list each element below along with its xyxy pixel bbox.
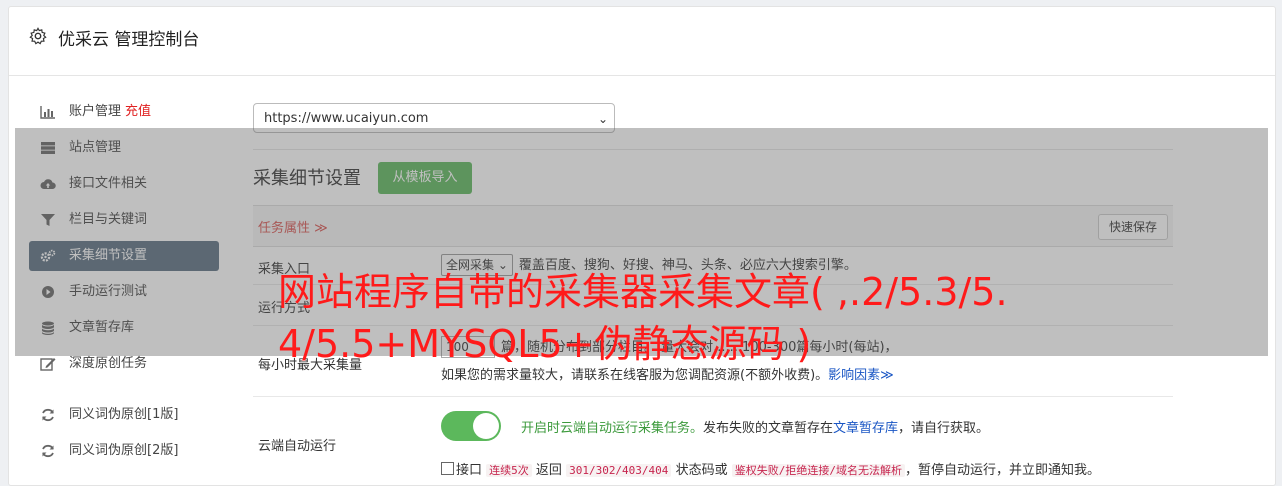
edit-icon	[40, 358, 56, 371]
code-status: 301/302/403/404	[566, 464, 672, 477]
sidebar-item-synonym-v2[interactable]: 同义词伪原创[2版]	[29, 436, 219, 466]
cloud-run-text2: ，请自行获取。	[898, 421, 990, 436]
refresh-icon	[42, 408, 54, 422]
sidebar-item-account[interactable]: 账户管理 充值	[29, 97, 219, 127]
pause-checkbox[interactable]	[441, 462, 454, 475]
sidebar-item-label: 同义词伪原创[1版]	[69, 407, 179, 422]
code-errors: 鉴权失败/拒绝连接/域名无法解析	[731, 464, 905, 477]
cloud-run-text1: 发布失败的文章暂存在	[703, 421, 834, 436]
site-select-value: https://www.ucaiyun.com	[264, 111, 429, 126]
sidebar-item-synonym-v1[interactable]: 同义词伪原创[1版]	[29, 400, 219, 430]
row-label: 云端自动运行	[258, 439, 337, 454]
gear-icon	[29, 27, 47, 45]
code-consecutive: 连续5次	[486, 464, 532, 477]
bar-chart-icon	[40, 106, 55, 119]
article-storage-link[interactable]: 文章暂存库	[833, 421, 898, 436]
toggle-knob	[473, 413, 499, 439]
pause-tail: ，暂停自动运行，并立即通知我。	[904, 463, 1100, 478]
cloud-run-status: 开启时云端自动运行采集任务。	[521, 421, 704, 436]
pause-check-label: 接口	[456, 463, 483, 478]
impact-factors-link[interactable]: 影响因素≫	[828, 368, 894, 383]
page-title: 优采云 管理控制台	[58, 30, 200, 50]
recharge-link[interactable]: 充值	[125, 104, 151, 119]
pause-mid2: 状态码或	[675, 463, 728, 478]
pause-condition: 接口 连续5次 返回 301/302/403/404 状态码或 鉴权失败/拒绝连…	[441, 459, 1181, 478]
sidebar-item-label: 账户管理	[69, 104, 122, 119]
pause-mid1: 返回	[535, 463, 562, 478]
page-header: 优采云 管理控制台	[9, 7, 1275, 76]
watermark-text: 网站程序自带的采集器采集文章( ,.2/5.3/5.4/5.5+MYSQL5+伪…	[278, 270, 1008, 366]
hourly-desc-line2: 如果您的需求量较大，请联系在线客服为您调配资源(不额外收费)。	[441, 368, 829, 383]
row-cloud-auto-run: 云端自动运行 开启时云端自动运行采集任务。发布失败的文章暂存在文章暂存库，请自行…	[253, 397, 1173, 483]
sidebar-item-label: 深度原创任务	[69, 356, 148, 371]
sidebar-item-label: 同义词伪原创[2版]	[69, 443, 179, 458]
refresh-icon	[42, 444, 54, 458]
cloud-auto-run-toggle[interactable]	[441, 411, 501, 441]
cloud-run-description: 开启时云端自动运行采集任务。发布失败的文章暂存在文章暂存库，请自行获取。	[521, 417, 989, 436]
